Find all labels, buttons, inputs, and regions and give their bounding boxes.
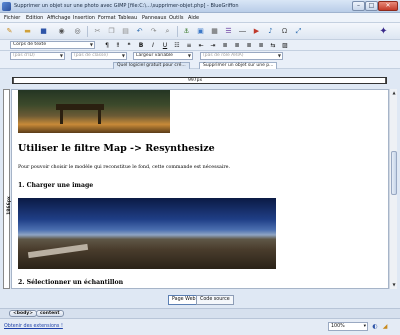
text-color-icon[interactable]: ▨ [281,41,289,50]
horizontal-ruler: 997px [12,77,387,84]
menu-outils[interactable]: Outils [169,15,183,21]
breadcrumb-content[interactable]: content [36,310,64,317]
scroll-up-icon[interactable]: ▲ [390,89,398,97]
align-left-icon[interactable]: ≣ [221,41,229,50]
toolbar-separator [177,26,178,37]
section-heading[interactable]: Utiliser le filtre Map -> Resynthesize [18,143,215,154]
table-icon[interactable]: ▦ [209,26,220,37]
source-view-button[interactable]: Code source [196,295,234,305]
aria-role-select[interactable]: (pas de rôle ARIA) ▼ [200,52,283,60]
toolbar-separator [87,26,88,37]
minimize-button[interactable]: – [352,1,365,11]
bluegriffon-app-icon [2,2,11,11]
maximize-button[interactable]: □ [365,1,378,11]
underline-button[interactable]: U [161,41,169,50]
direction-icon[interactable]: ⇆ [269,41,277,50]
step-2-heading[interactable]: 2. Sélectionner un échantillon [18,279,123,286]
scroll-down-icon[interactable]: ▼ [390,281,398,289]
special-chars-icon[interactable]: Ω [279,26,290,37]
format-toolbar: Corps de texte ▼ ¶ ‼ ❝ B I U ☷ ≡ ⇤ ⇥ ≣ ≣ … [0,40,400,51]
open-folder-icon[interactable]: ▬ [22,26,33,37]
audio-icon[interactable]: ♪ [265,26,276,37]
bench-leg [60,110,63,124]
bluegriffon-logo-icon: ✦ [379,26,388,37]
reload-icon[interactable]: ◎ [72,26,83,37]
wysiwyg-view-button[interactable]: Page Web [168,295,200,305]
new-document-icon[interactable]: ✎ [4,26,15,37]
menu-format[interactable]: Format [98,15,116,21]
main-toolbar: ✎ ▬ ■ ◉ ◎ ✂ ❐ ▤ ↶ ↷ ⌕ ⚓ ▣ ▦ ☰ ― ▶ ♪ Ω ⤢ … [0,23,400,40]
align-right-icon[interactable]: ≣ [245,41,253,50]
horizontal-rule-icon[interactable]: ― [237,26,248,37]
zoom-select[interactable]: 100% ▾ [328,322,368,331]
bench-leg [98,110,101,124]
breadcrumb-body[interactable]: <body> [9,310,38,317]
window-title: Supprimer un objet sur une photo avec GI… [14,3,239,9]
get-extensions-link[interactable]: Obtenir des extensions ! [4,324,63,329]
accessibility-icon[interactable]: ◐ [371,323,379,331]
ruler-width-label: 997px [188,78,203,83]
toggle-list-icon[interactable]: ¶ [103,41,111,50]
step-1-heading[interactable]: 1. Charger une image [18,182,93,189]
resize-grip-icon[interactable]: ◢ [381,323,389,331]
panorama-photo-image[interactable] [18,198,276,269]
intro-paragraph[interactable]: Pour pouvoir choisir le modèle qui recon… [18,165,230,170]
find-icon[interactable]: ⌕ [162,26,173,37]
menu-tableau[interactable]: Tableau [118,15,137,21]
numbered-list-icon[interactable]: ≡ [185,41,193,50]
close-button[interactable]: ✕ [378,1,398,11]
paste-icon[interactable]: ▤ [120,26,131,37]
title-bar: Supprimer un objet sur une photo avec GI… [0,0,400,13]
ruler-tick [385,78,386,83]
attribute-toolbar: (pas d'ID) ▼ (pas de classe) ▼ Largeur var… [0,51,400,69]
form-icon[interactable]: ☰ [223,26,234,37]
bench-photo-image[interactable] [18,90,170,133]
indent-icon[interactable]: ⇥ [209,41,217,50]
block-quote-icon[interactable]: ❝ [125,41,133,50]
link-icon[interactable]: ⚓ [181,26,192,37]
menu-insertion[interactable]: Insertion [73,15,95,21]
bench-shape [56,104,104,110]
save-icon[interactable]: ■ [38,26,49,37]
breadcrumb: <body> content [0,308,400,318]
vertical-scrollbar[interactable]: ▲ ▼ [389,89,397,289]
justify-icon[interactable]: ≣ [257,41,265,50]
strong-icon[interactable]: ‼ [114,41,122,50]
italic-button[interactable]: I [149,41,157,50]
video-icon[interactable]: ▶ [251,26,262,37]
stop-icon[interactable]: ◉ [56,26,67,37]
image-icon[interactable]: ▣ [195,26,206,37]
menu-aide[interactable]: Aide [188,15,199,21]
road-shape [27,243,89,259]
tab-quel-logiciel[interactable]: Quel logiciel gratuit pour cré... [113,62,190,69]
menu-fichier[interactable]: Fichier [4,15,20,21]
redo-icon[interactable]: ↷ [148,26,159,37]
ruler-tick [13,78,14,83]
bullet-list-icon[interactable]: ☷ [173,41,181,50]
editor-content[interactable]: Utiliser le filtre Map -> Resynthesize P… [11,89,389,289]
preview-icon[interactable]: ⤢ [293,26,304,37]
menu-panneaux[interactable]: Panneaux [142,15,166,21]
copy-icon[interactable]: ❐ [106,26,117,37]
undo-icon[interactable]: ↶ [134,26,145,37]
view-mode-bar: Page Web Code source [0,293,400,308]
class-select[interactable]: (pas de classe) ▼ [71,52,127,60]
status-bar: Obtenir des extensions ! 100% ▾ ◐ ◢ [0,318,400,335]
bold-button[interactable]: B [137,41,145,50]
menu-affichage[interactable]: Affichage [47,15,71,21]
vertical-ruler: 1866px [3,89,12,289]
width-select[interactable]: Largeur variable ▼ [133,52,193,60]
outdent-icon[interactable]: ⇤ [197,41,205,50]
cut-icon[interactable]: ✂ [92,26,103,37]
menu-bar: Fichier Edition Affichage Insertion Form… [0,13,400,23]
paragraph-style-select[interactable]: Corps de texte ▼ [10,41,95,49]
scroll-thumb[interactable] [391,151,397,195]
id-select[interactable]: (pas d'ID) ▼ [10,52,65,60]
menu-edition[interactable]: Edition [26,15,43,21]
tab-supprimer-objet[interactable]: Supprimer un objet sur une p... [199,62,278,69]
align-center-icon[interactable]: ≣ [233,41,241,50]
